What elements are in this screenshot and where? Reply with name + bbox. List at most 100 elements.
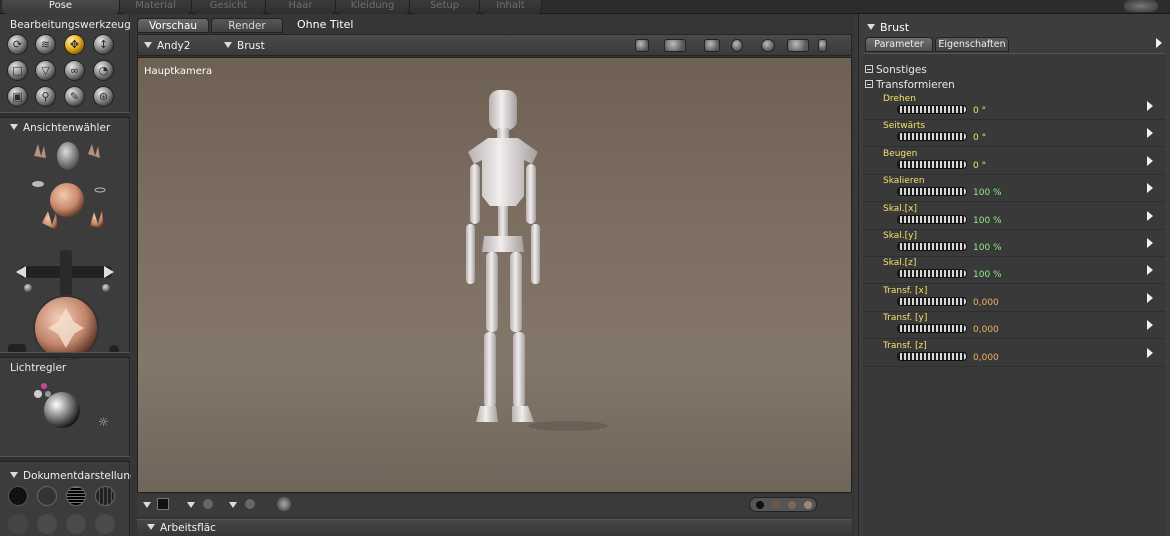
- room-tab-gesicht[interactable]: Gesicht: [192, 0, 266, 14]
- scale-icon[interactable]: □: [7, 60, 28, 81]
- background-color-picker[interactable]: [749, 497, 817, 512]
- dropdown-arrow-icon[interactable]: [229, 502, 237, 508]
- move-xy-icon[interactable]: [787, 39, 809, 52]
- parameter-row: Skalieren 100 %: [863, 175, 1165, 203]
- display-title: Dokumentdarstellung: [10, 470, 137, 482]
- parameter-dial[interactable]: [897, 214, 967, 224]
- figure-model[interactable]: [428, 86, 608, 436]
- room-tab-setup[interactable]: Setup: [410, 0, 480, 14]
- twist-icon[interactable]: ≋: [35, 34, 56, 55]
- grouping-icon[interactable]: ▣: [7, 86, 28, 107]
- rotate-camera-icon[interactable]: [761, 39, 775, 52]
- display-smooth-icon[interactable]: [37, 514, 57, 534]
- collapse-icon: [865, 65, 873, 73]
- camera-icon[interactable]: [635, 39, 649, 52]
- dropdown-arrow-icon[interactable]: [187, 502, 195, 508]
- parameter-value[interactable]: 100 %: [973, 188, 1002, 198]
- view-selector-widget[interactable]: [4, 138, 126, 360]
- panel-header: Brust: [867, 21, 909, 34]
- translate-icon[interactable]: ✥: [64, 34, 85, 55]
- display-style-icon[interactable]: [157, 498, 169, 510]
- panel-menu-arrow-icon[interactable]: [1156, 38, 1162, 48]
- tab-eigenschaften[interactable]: Eigenschaften: [935, 37, 1009, 52]
- parameter-row: Skal.[z] 100 %: [863, 257, 1165, 285]
- parameter-menu-arrow-icon[interactable]: [1147, 320, 1153, 331]
- trackball-icon[interactable]: [731, 39, 743, 52]
- chain-break-icon[interactable]: ∞: [64, 60, 85, 81]
- display-lit-wire-icon[interactable]: [95, 514, 115, 534]
- parameter-value[interactable]: 0,000: [973, 298, 999, 308]
- parameter-dial[interactable]: [897, 269, 967, 279]
- display-shaded-icon[interactable]: [8, 514, 28, 534]
- dropdown-arrow-icon[interactable]: [143, 502, 151, 508]
- display-hidden-line-icon[interactable]: [95, 486, 115, 506]
- parameter-menu-arrow-icon[interactable]: [1147, 155, 1153, 166]
- display-silhouette-icon[interactable]: [8, 486, 28, 506]
- parameter-dial[interactable]: [897, 296, 967, 306]
- color-icon[interactable]: ◔: [93, 60, 114, 81]
- parameter-dial[interactable]: [897, 187, 967, 197]
- depth-cue-icon[interactable]: [277, 497, 291, 511]
- parameter-dial[interactable]: [897, 351, 967, 361]
- parameter-menu-arrow-icon[interactable]: [1147, 292, 1153, 303]
- room-tab-inhalt[interactable]: Inhalt: [480, 0, 542, 14]
- parameter-value[interactable]: 100 %: [973, 270, 1002, 280]
- parameter-menu-arrow-icon[interactable]: [1147, 210, 1153, 221]
- taper-icon[interactable]: ▽: [35, 60, 56, 81]
- parameter-dial[interactable]: [897, 242, 967, 251]
- workspace-select[interactable]: Arbeitsfläc: [147, 522, 216, 534]
- parameter-menu-arrow-icon[interactable]: [1147, 347, 1153, 358]
- display-texture-icon[interactable]: [66, 514, 86, 534]
- parameter-value[interactable]: 0 °: [973, 133, 986, 143]
- parameter-label: Seitwärts: [883, 121, 926, 132]
- parameter-dial[interactable]: [897, 324, 967, 334]
- workspace-bar: Arbeitsfläc: [137, 519, 852, 536]
- parameter-value[interactable]: 0,000: [973, 325, 999, 335]
- parameter-menu-arrow-icon[interactable]: [1147, 265, 1153, 276]
- display-outline-icon[interactable]: [37, 486, 57, 506]
- parameter-value[interactable]: 0 °: [973, 161, 986, 171]
- parameter-dial[interactable]: [897, 132, 967, 142]
- parameter-menu-arrow-icon[interactable]: [1147, 101, 1153, 111]
- document-title: Ohne Titel: [297, 18, 354, 31]
- viewport-toolbar: Andy2 Brust: [137, 34, 852, 56]
- parameter-row: Transf. [x] 0,000: [863, 285, 1165, 312]
- tab-vorschau[interactable]: Vorschau: [137, 18, 209, 33]
- parameter-value[interactable]: 0 °: [973, 106, 986, 116]
- parameter-dial[interactable]: [897, 105, 967, 114]
- parameter-value[interactable]: 0,000: [973, 353, 999, 363]
- preview-icon[interactable]: [245, 499, 255, 509]
- display-wireframe-icon[interactable]: [66, 486, 86, 506]
- help-knob-icon[interactable]: [1124, 0, 1158, 12]
- room-tab-material[interactable]: Material: [120, 0, 192, 14]
- light-title: Lichtregler: [10, 362, 67, 374]
- parameter-row: Skal.[x] 100 %: [863, 203, 1165, 230]
- parameter-menu-arrow-icon[interactable]: [1147, 128, 1153, 139]
- group-transformieren[interactable]: Transformieren: [865, 79, 955, 91]
- camera-plane-icon[interactable]: [704, 39, 720, 52]
- shading-icon[interactable]: [203, 499, 213, 509]
- tab-render[interactable]: Render: [211, 18, 283, 33]
- translate-in-out-icon[interactable]: ↕: [93, 34, 114, 55]
- actor-select[interactable]: Brust: [224, 40, 265, 52]
- parameter-dial[interactable]: [897, 159, 967, 169]
- rotate-icon[interactable]: ⟳: [7, 34, 28, 55]
- parameter-menu-arrow-icon[interactable]: [1147, 183, 1153, 194]
- group-sonstiges[interactable]: Sonstiges: [865, 64, 927, 76]
- tools-title: Bearbeitungswerkzeuge: [10, 19, 138, 31]
- parameter-value[interactable]: 100 %: [973, 216, 1002, 226]
- light-control-widget[interactable]: ☼: [30, 378, 120, 438]
- viewport[interactable]: Hauptkamera: [137, 57, 852, 493]
- direct-manipulation-icon[interactable]: ⊛: [93, 86, 114, 107]
- tab-parameter[interactable]: Parameter: [865, 37, 933, 52]
- figure-select[interactable]: Andy2: [144, 40, 190, 52]
- room-tab-pose[interactable]: Pose: [2, 0, 120, 14]
- room-tab-haar[interactable]: Haar: [266, 0, 336, 14]
- parameter-value[interactable]: 100 %: [973, 243, 1002, 253]
- scale-camera-icon[interactable]: [818, 39, 827, 52]
- render-camera-icon[interactable]: [664, 39, 686, 52]
- room-tab-kleidung[interactable]: Kleidung: [336, 0, 410, 14]
- view-magnifier-icon[interactable]: ⚲: [35, 86, 56, 107]
- morph-brush-icon[interactable]: ✎: [64, 86, 85, 107]
- parameter-menu-arrow-icon[interactable]: [1147, 238, 1153, 248]
